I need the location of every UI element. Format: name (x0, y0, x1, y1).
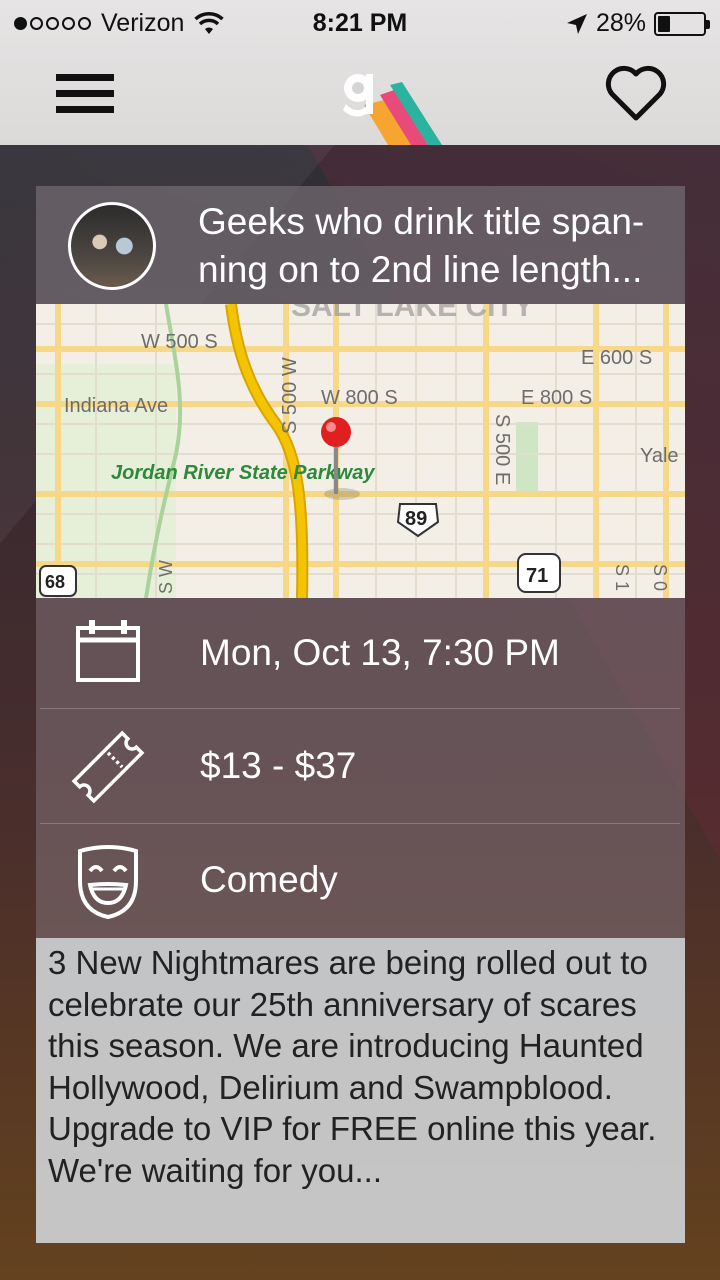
map-label-e600s: E 600 S (581, 347, 652, 369)
date-row[interactable]: Mon, Oct 13, 7:30 PM (36, 598, 685, 711)
map-label-w500s: W 500 S (141, 331, 218, 353)
event-price: $13 - $37 (200, 745, 357, 786)
category-row[interactable]: Comedy (36, 825, 685, 938)
map-label-s500w: S 500 W (279, 357, 301, 434)
map-label-e800s: E 800 S (521, 387, 592, 409)
route-71-shield: 71 (517, 553, 561, 593)
event-avatar (68, 202, 156, 290)
hamburger-menu-icon[interactable] (56, 74, 114, 114)
map-label-sw: S W (156, 560, 176, 594)
location-arrow-icon (566, 13, 587, 34)
status-bar: Verizon 8:21 PM 28% (0, 0, 720, 48)
map-label-s0: S 0 (650, 564, 670, 591)
status-right: 28% (566, 9, 710, 38)
top-bar: Verizon 8:21 PM 28% (0, 0, 720, 145)
map-label-slc-1: SALT LAKE CITY (291, 304, 534, 323)
map-label-indiana: Indiana Ave (64, 395, 168, 417)
battery-percent: 28% (595, 9, 646, 37)
calendar-icon (76, 620, 140, 682)
map-label-s1: S 1 (612, 564, 632, 591)
svg-text:68: 68 (45, 572, 65, 592)
event-description: 3 New Nightmares are being rolled out to… (36, 938, 685, 1243)
battery-fill (658, 15, 670, 32)
event-category: Comedy (200, 859, 338, 900)
event-title: Geeks who drink title span-ning on to 2n… (198, 201, 645, 290)
price-row[interactable]: $13 - $37 (36, 711, 685, 824)
comedy-mask-icon (78, 845, 138, 920)
svg-text:89: 89 (405, 508, 427, 530)
route-89-shield: 89 (396, 503, 440, 538)
event-header: Geeks who drink title span-ning on to 2n… (36, 186, 685, 304)
route-68-shield: 68 (39, 565, 77, 597)
battery-icon (654, 11, 710, 36)
map-pin-icon[interactable] (321, 417, 360, 500)
svg-text:71: 71 (526, 565, 548, 587)
map-label-yale: Yale (640, 445, 679, 467)
map-graphic: SALT LAKE CITY W 500 S E 600 S S 500 W W… (36, 304, 685, 598)
map-label-w800s: W 800 S (321, 387, 398, 409)
ticket-icon (71, 730, 145, 804)
map-label-s500e: S 500 E (491, 414, 513, 485)
g-logo (343, 74, 442, 145)
event-map[interactable]: SALT LAKE CITY W 500 S E 600 S S 500 W W… (36, 304, 685, 598)
event-date: Mon, Oct 13, 7:30 PM (200, 632, 560, 673)
event-details: Mon, Oct 13, 7:30 PM $13 - $37 Comedy (36, 598, 685, 938)
heart-outline-icon[interactable] (604, 62, 668, 124)
divider (40, 708, 680, 709)
divider (40, 823, 680, 824)
